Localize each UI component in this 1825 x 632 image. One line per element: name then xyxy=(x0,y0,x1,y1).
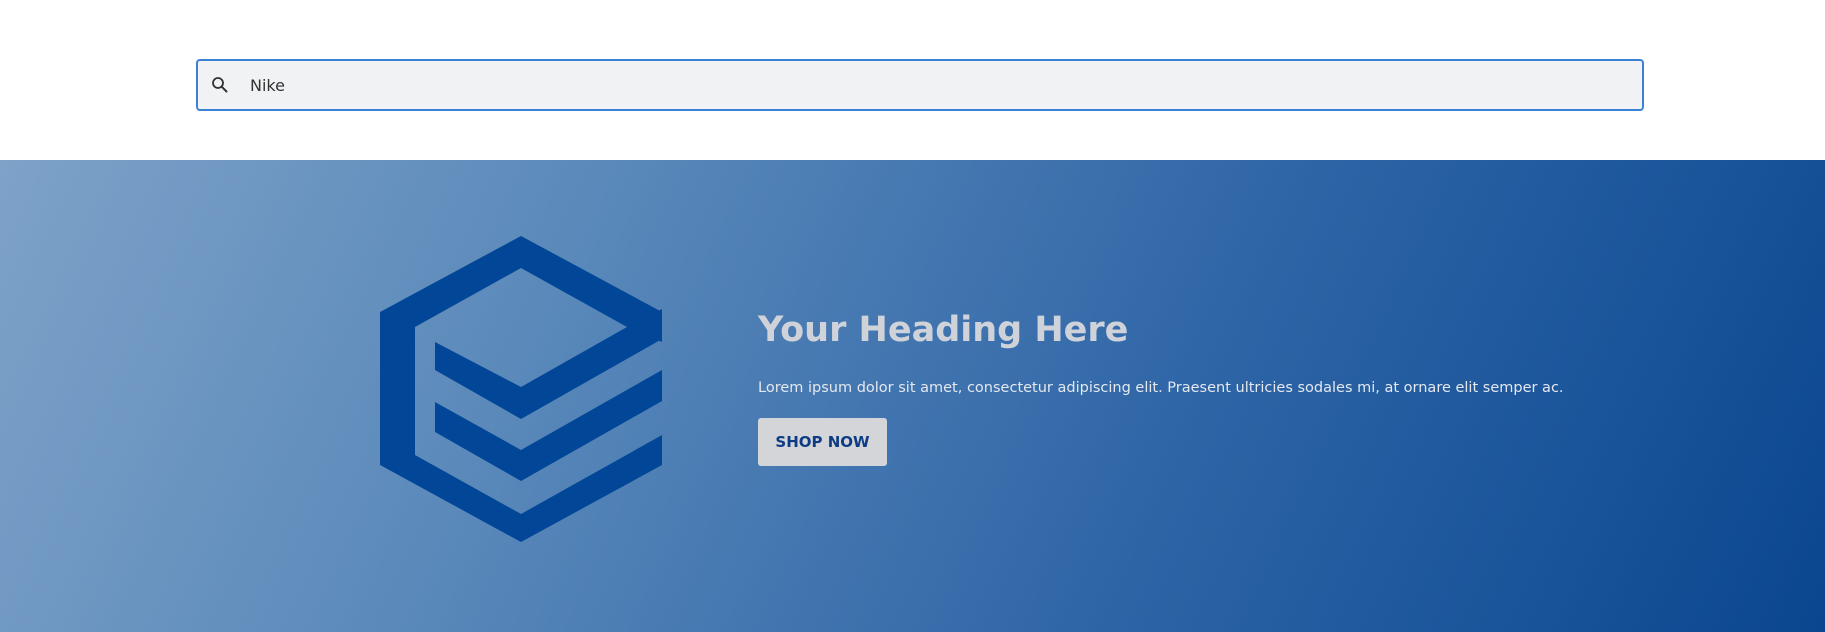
stacked-hexagon-logo-icon xyxy=(380,236,662,542)
hero-banner: Your Heading Here Lorem ipsum dolor sit … xyxy=(0,160,1825,632)
search-section xyxy=(0,0,1825,160)
search-input[interactable] xyxy=(248,60,1642,110)
hero-description: Lorem ipsum dolor sit amet, consectetur … xyxy=(758,380,1564,396)
hero-heading: Your Heading Here xyxy=(758,310,1129,350)
hero-content: Your Heading Here Lorem ipsum dolor sit … xyxy=(758,310,1658,466)
shop-now-button[interactable]: SHOP NOW xyxy=(758,418,887,466)
search-box[interactable] xyxy=(196,59,1644,111)
search-icon[interactable] xyxy=(210,75,230,95)
